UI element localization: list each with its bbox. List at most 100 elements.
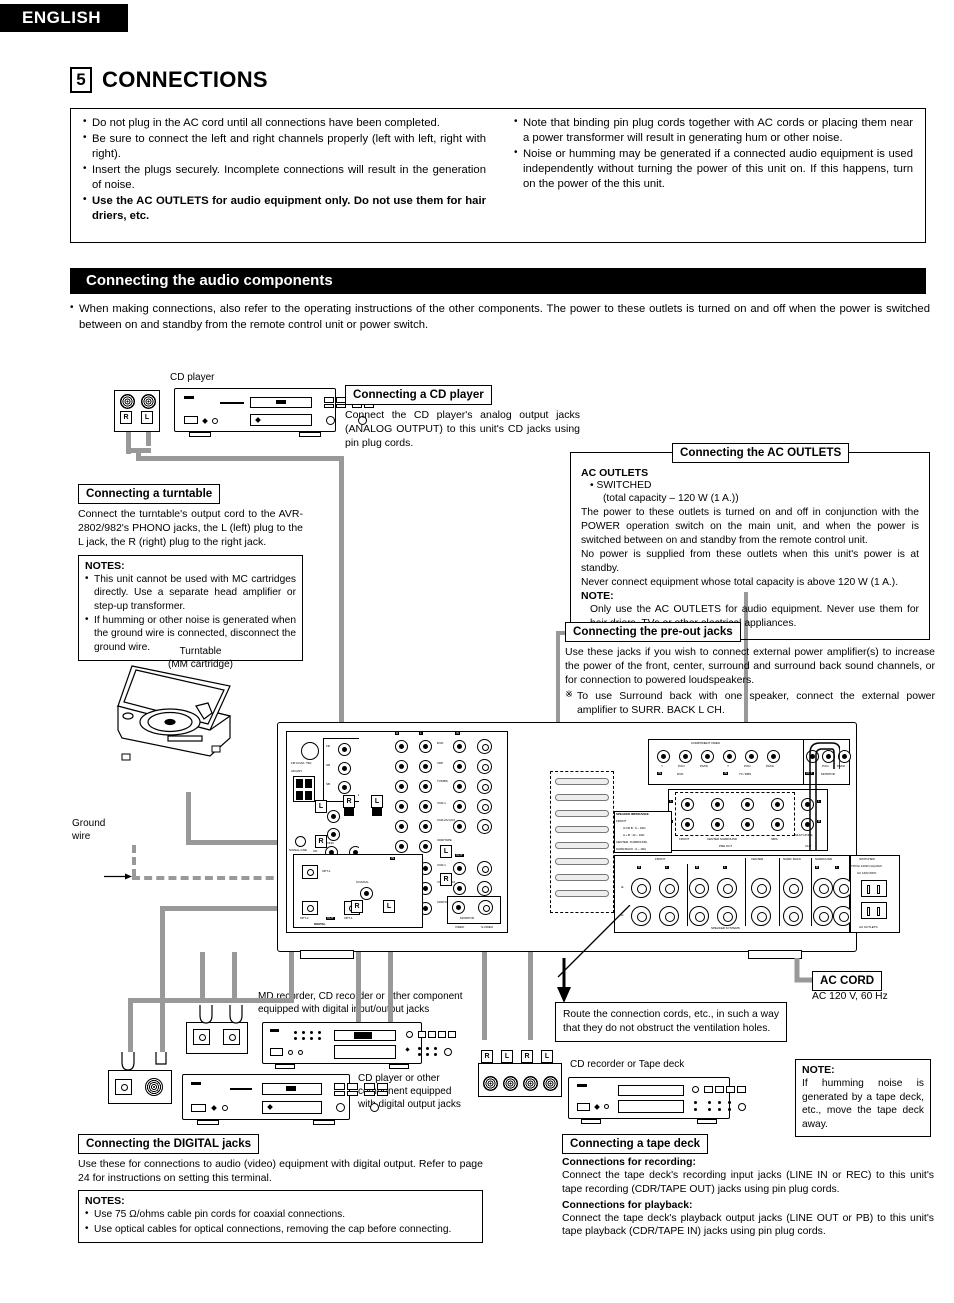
impedance-line: A + B : 12 ~ 16Ω xyxy=(623,833,645,837)
input-jack xyxy=(419,760,432,773)
input-jack xyxy=(419,780,432,793)
note-item: If humming or other noise is generated w… xyxy=(85,613,296,654)
pre-out-jack xyxy=(771,818,784,831)
callout-title: Connecting a turntable xyxy=(78,484,221,504)
vent-pointer-line xyxy=(557,905,631,978)
svideo-jack xyxy=(477,819,492,834)
cord-segment xyxy=(136,456,344,461)
input-jack xyxy=(419,740,432,753)
monitor-svideo-jack xyxy=(478,900,493,915)
ac-outlet-socket xyxy=(861,902,887,919)
plug-l-label: L xyxy=(141,411,153,424)
label-pb: Pb/Cb xyxy=(766,764,775,768)
callout-body: Connect the CD player's analog output ja… xyxy=(345,408,580,450)
cv-jack-pb xyxy=(767,750,780,763)
callout-body: Use these jacks if you wish to connect e… xyxy=(565,645,935,687)
warnings-box: Do not plug in the AC cord until all con… xyxy=(70,108,926,243)
callout-title: Connecting the DIGITAL jacks xyxy=(78,1134,260,1154)
input-jack xyxy=(419,800,432,813)
warning-item: Noise or humming may be generated if a c… xyxy=(514,146,913,192)
svideo-jack xyxy=(477,799,492,814)
ext-in-jack-fr xyxy=(338,743,351,756)
md-plug-tip xyxy=(194,1005,248,1030)
svideo-jack xyxy=(477,779,492,794)
cord-segment xyxy=(232,952,237,1002)
label-ext-fr: FR xyxy=(326,744,330,748)
badge-dvd-in: IN xyxy=(657,771,663,776)
output-jack xyxy=(453,862,466,875)
cv-jack-y xyxy=(657,750,670,763)
callout-connecting-digital-jacks: Connecting the DIGITAL jacks Use these f… xyxy=(78,1134,483,1244)
ac-outlets-note-header: NOTE: xyxy=(581,589,614,602)
header-out: OUT xyxy=(455,853,464,858)
plug-l: L xyxy=(501,1050,513,1063)
badge-tv-in: IN xyxy=(723,771,729,776)
cv-jack-pb xyxy=(701,750,714,763)
language-tab: ENGLISH xyxy=(0,4,128,32)
tape-rec-body: Connect the tape deck's recording input … xyxy=(562,1169,934,1195)
reference-mark-icon: ※ xyxy=(565,688,573,700)
chapter-number: 5 xyxy=(70,66,92,93)
ac-outlets-switched: • SWITCHED xyxy=(590,480,652,492)
label-s-video: S-VIDEO xyxy=(481,925,494,929)
pre-out-jack xyxy=(741,798,754,811)
badge-spk-l: L xyxy=(665,865,669,870)
section-title: Connecting the audio components xyxy=(86,271,333,289)
label-spk-front: FRONT xyxy=(655,857,666,861)
optical-jack-2 xyxy=(302,901,318,915)
ground-wire-dashed xyxy=(132,845,136,877)
badge-spk-l: L xyxy=(835,865,839,870)
label-speaker-systems: SPEAKER SYSTEMS xyxy=(711,926,740,930)
input-jack xyxy=(453,740,466,753)
cord-segment xyxy=(146,432,151,446)
cord-segment xyxy=(160,1000,165,1052)
header-in: IN xyxy=(455,731,461,736)
speaker-terminal xyxy=(689,906,709,926)
label-ground-wire: Ground wire xyxy=(72,818,105,844)
cv-jack-pr xyxy=(679,750,692,763)
route-cords-note: Route the connection cords, etc., in suc… xyxy=(555,1002,787,1042)
impedance-line: A OR B : 6 ~ 16Ω xyxy=(623,826,646,830)
section-intro: When making connections, also refer to t… xyxy=(70,301,930,334)
cord-segment xyxy=(128,1000,133,1052)
input-jack xyxy=(395,780,408,793)
ventilation-holes xyxy=(550,771,614,913)
plug-r: R xyxy=(481,1050,493,1063)
speaker-impedance-info: SPEAKER IMPEDANCE FRONT A OR B : 6 ~ 16Ω… xyxy=(614,811,672,853)
pre-out-jack xyxy=(741,818,754,831)
input-jack xyxy=(395,760,408,773)
label-y: Y xyxy=(727,764,729,768)
coaxial-digital-jack xyxy=(360,887,373,900)
chapter-title: CONNECTIONS xyxy=(102,67,268,92)
callout-connecting-pre-out-jacks: Connecting the pre-out jacks Use these j… xyxy=(565,622,935,717)
input-jack xyxy=(419,840,432,853)
label-ground-line1: Ground xyxy=(72,818,106,829)
badge-spk-r: R xyxy=(637,865,642,870)
device-cd-recorder-tape-deck xyxy=(568,1077,746,1124)
input-jack xyxy=(395,740,408,753)
component-video-group: COMPONENT VIDEO Y Pr/Cr Pb/Cb IN DVD Y P… xyxy=(648,739,804,785)
label-vdp: VDP xyxy=(437,761,444,765)
section-title-bar: Connecting the audio components xyxy=(70,268,926,294)
plug-r-video: R xyxy=(351,900,363,913)
note-body: If humming noise is generated by a tape … xyxy=(802,1078,924,1131)
language-label: ENGLISH xyxy=(22,8,102,28)
turntable-notes-box: NOTES: This unit cannot be used with MC … xyxy=(78,554,303,662)
speaker-terminal xyxy=(717,906,737,926)
optical-jack-1 xyxy=(302,865,318,879)
label-cd-jack: CD xyxy=(313,849,318,853)
speaker-terminal-center xyxy=(751,878,771,898)
ext-in-jack-sb xyxy=(338,781,351,794)
callout-title: Connecting the pre-out jacks xyxy=(565,622,741,642)
label-speaker-impedance: SPEAKER IMPEDANCE xyxy=(616,812,649,816)
plug-r-phono: R xyxy=(315,835,327,848)
label-pb: Pb/Cb xyxy=(700,764,709,768)
pre-out-jack xyxy=(711,798,724,811)
callout-body: Use these for connections to audio (vide… xyxy=(78,1157,483,1185)
header-digital-out: OUT xyxy=(326,916,335,921)
label-dvd: DVD xyxy=(437,741,444,745)
monitor-video-jack xyxy=(452,901,465,914)
input-jack xyxy=(395,820,408,833)
label-polarity-plus: ⊕ xyxy=(621,885,624,889)
cv-jack-y xyxy=(723,750,736,763)
